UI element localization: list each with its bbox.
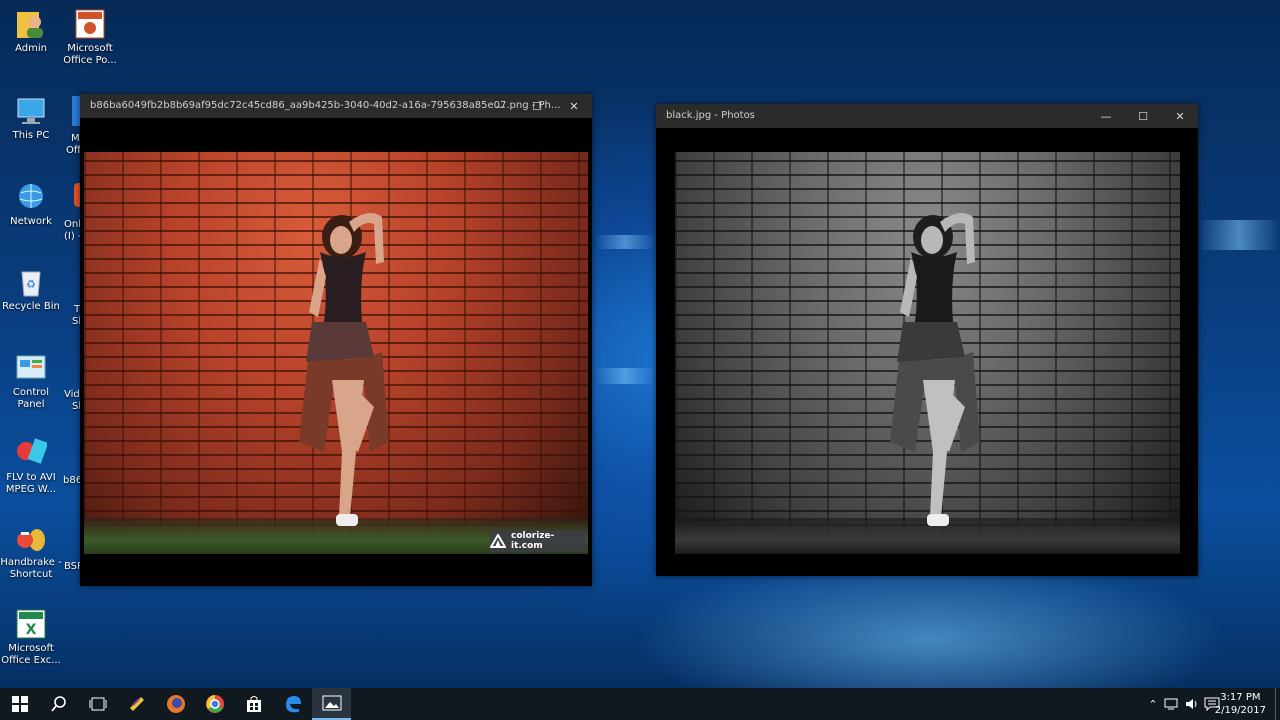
desktop-icon-label-clipped: Onl <box>64 219 81 230</box>
desktop-icon-label: Network <box>10 216 52 227</box>
svg-text:♻: ♻ <box>26 278 36 291</box>
show-hidden-icons-icon[interactable]: ⌃ <box>1144 688 1162 720</box>
search-icon[interactable] <box>39 688 78 720</box>
window-title: black.jpg - Photos <box>666 110 755 121</box>
close-button[interactable]: ✕ <box>556 94 592 118</box>
desktop-icon-excel[interactable]: X Microsoft Office Exc... <box>0 608 62 667</box>
computer-icon <box>15 95 47 127</box>
woman-figure <box>299 213 389 526</box>
colorize-logo-icon <box>490 534 506 548</box>
desktop-icon-label: FLV to AVI MPEG W... <box>5 472 57 495</box>
woman-figure <box>890 213 980 526</box>
grayscale-photo <box>675 152 1180 554</box>
desktop-icon-admin[interactable]: Admin <box>0 8 62 55</box>
desktop-icon-control-panel[interactable]: Control Panel <box>0 352 62 411</box>
desktop-icon-this-pc[interactable]: This PC <box>0 95 62 142</box>
desktop-icon-label-clipped: (I) - <box>64 231 82 242</box>
start-icon[interactable] <box>0 688 39 720</box>
edge-icon[interactable] <box>273 688 312 720</box>
excel-icon: X <box>15 608 47 640</box>
store-icon[interactable] <box>234 688 273 720</box>
taskbar: ⌃ 3:17 PM 2/19/2017 <box>0 688 1280 720</box>
desktop-icon-label-clipped: M <box>71 133 80 144</box>
maximize-button[interactable]: ☐ <box>1125 104 1161 128</box>
clock[interactable]: 3:17 PM 2/19/2017 <box>1215 691 1266 717</box>
close-button[interactable]: ✕ <box>1162 104 1198 128</box>
clock-date: 2/19/2017 <box>1214 705 1266 716</box>
desktop-icon-recycle-bin[interactable]: ♻ Recycle Bin <box>0 266 62 313</box>
photos-window-color[interactable]: b86ba6049fb2b8b69af95dc72c45cd86_aa9b425… <box>80 94 592 586</box>
desktop-icon-flv-to-avi[interactable]: FLV to AVI MPEG W... <box>0 437 62 496</box>
minimize-button[interactable]: — <box>482 94 518 118</box>
wallpaper-beam <box>1198 220 1280 250</box>
desktop-icon-label: This PC <box>12 130 50 141</box>
maximize-button[interactable]: ☐ <box>519 94 555 118</box>
show-desktop-button[interactable] <box>1275 688 1280 720</box>
chrome-icon[interactable] <box>195 688 234 720</box>
desktop-icon-label: Admin <box>15 43 47 54</box>
window-titlebar[interactable]: b86ba6049fb2b8b69af95dc72c45cd86_aa9b425… <box>80 94 592 118</box>
handbrake-icon <box>15 522 47 554</box>
converter-icon <box>15 437 49 469</box>
desktop-icon-handbrake[interactable]: Handbrake - Shortcut <box>0 522 62 581</box>
minimize-button[interactable]: — <box>1088 104 1124 128</box>
desktop-icon-label: Control Panel <box>12 387 50 410</box>
winrar-icon[interactable] <box>117 688 156 720</box>
network-tray-icon[interactable] <box>1162 688 1182 720</box>
powerpoint-icon <box>74 8 106 40</box>
desktop-icon-powerpoint[interactable]: Microsoft Office Po... <box>59 8 121 67</box>
photos-window-grayscale[interactable]: black.jpg - Photos — ☐ ✕ <box>656 104 1198 576</box>
photos-icon[interactable] <box>312 688 351 720</box>
desktop-icon-label: Microsoft Office Po... <box>63 43 117 66</box>
user-folder-icon <box>15 8 47 40</box>
desktop-icon-label: Handbrake - Shortcut <box>0 557 62 580</box>
recycle-bin-icon: ♻ <box>15 266 47 298</box>
clock-time: 3:17 PM <box>1220 692 1261 703</box>
svg-text:X: X <box>26 622 37 638</box>
volume-icon[interactable] <box>1182 688 1202 720</box>
desktop-icon-label-clipped: Vid <box>64 389 80 400</box>
watermark-text: colorize-it.com <box>510 531 555 551</box>
desktop-icon-label: Microsoft Office Exc... <box>1 643 61 666</box>
wallpaper-beam <box>595 235 655 249</box>
network-icon <box>15 181 47 213</box>
firefox-icon[interactable] <box>156 688 195 720</box>
desktop-icon-label: Recycle Bin <box>2 301 60 312</box>
window-titlebar[interactable]: black.jpg - Photos — ☐ ✕ <box>656 104 1198 128</box>
desktop-icon-network[interactable]: Network <box>0 181 62 228</box>
task-view-icon[interactable] <box>78 688 117 720</box>
control-panel-icon <box>15 352 47 384</box>
watermark-badge: colorize-it.com <box>490 530 586 552</box>
colorized-photo: colorize-it.com <box>84 152 588 554</box>
wallpaper-beam <box>595 368 655 384</box>
